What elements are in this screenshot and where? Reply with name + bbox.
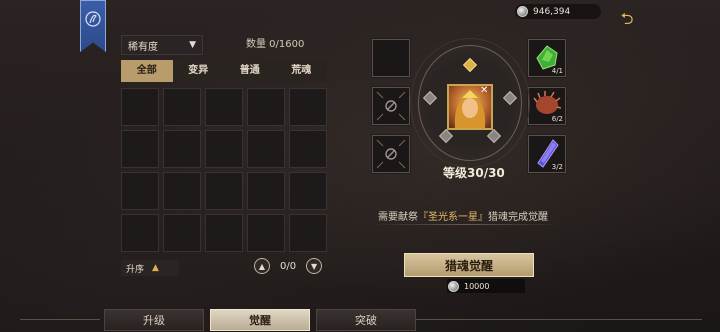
sacrifice-slot[interactable] [372, 39, 410, 77]
divider [412, 319, 702, 320]
currency-display: 946,394 [515, 4, 601, 19]
rarity-label: 稀有度 [128, 41, 158, 53]
grid-slot[interactable] [247, 214, 285, 252]
awaken-cost: 10000 [447, 279, 525, 293]
tab-mutant[interactable]: 变异 [173, 60, 225, 82]
page-up-button[interactable]: ▲ [254, 258, 270, 274]
locked-slot[interactable] [372, 135, 410, 173]
cost-amount: 10000 [464, 281, 490, 291]
requirement-highlight: 『圣光系一星』 [418, 212, 488, 223]
hero-level: 等级30/30 [443, 166, 505, 180]
page-down-button[interactable]: ▼ [306, 258, 323, 274]
soul-count: 数量 0/1600 [246, 39, 305, 50]
divider [372, 224, 558, 225]
grid-slot[interactable] [163, 130, 201, 168]
currency-amount: 946,394 [533, 6, 571, 17]
grid-slot[interactable] [121, 130, 159, 168]
grid-slot[interactable] [247, 172, 285, 210]
soul-grid [121, 88, 327, 252]
sort-button[interactable]: 升序 ▲ [121, 260, 179, 276]
material-slot[interactable]: 3/2 [528, 135, 566, 173]
rarity-dropdown[interactable]: 稀有度 ▼ [121, 35, 203, 55]
pager: ▲ 0/0 ▼ [254, 258, 323, 274]
grid-slot[interactable] [289, 214, 327, 252]
locked-slot-icon [376, 139, 406, 169]
locked-slot-icon [376, 91, 406, 121]
return-arrow-icon[interactable]: ⮌ [616, 10, 638, 28]
silver-coin-icon [517, 6, 528, 17]
tab-breakthrough[interactable]: 突破 [316, 309, 416, 331]
material-count: 6/2 [551, 115, 563, 123]
category-tabs: 全部 变异 普通 荒魂 [121, 60, 327, 82]
material-slot[interactable]: 4/1 [528, 39, 566, 77]
tab-normal[interactable]: 普通 [224, 60, 276, 82]
chevron-down-icon: ▼ [189, 40, 196, 50]
locked-slot[interactable] [372, 87, 410, 125]
requirement-text: 需要献祭『圣光系一星』猎魂完成觉醒 [378, 208, 548, 223]
tab-upgrade[interactable]: 升级 [104, 309, 204, 331]
grid-slot[interactable] [205, 214, 243, 252]
grid-slot[interactable] [289, 88, 327, 126]
grid-slot[interactable] [247, 130, 285, 168]
close-icon[interactable]: ✕ [480, 86, 490, 96]
grid-slot[interactable] [163, 172, 201, 210]
grid-slot[interactable] [205, 130, 243, 168]
sort-label: 升序 [126, 264, 145, 275]
tab-wild-soul[interactable]: 荒魂 [276, 60, 328, 82]
tab-all[interactable]: 全部 [121, 60, 173, 82]
grid-slot[interactable] [205, 88, 243, 126]
divider [20, 319, 100, 320]
grid-slot[interactable] [121, 214, 159, 252]
grid-slot[interactable] [163, 88, 201, 126]
background [0, 0, 720, 332]
grid-slot[interactable] [163, 214, 201, 252]
grid-slot[interactable] [289, 172, 327, 210]
tab-awaken[interactable]: 觉醒 [210, 309, 310, 331]
grid-slot[interactable] [121, 172, 159, 210]
awaken-button[interactable]: 猎魂觉醒 [404, 253, 534, 277]
material-count: 4/1 [551, 67, 563, 75]
material-count: 3/2 [551, 163, 563, 171]
emblem-icon [85, 11, 101, 27]
requirement-suffix: 猎魂完成觉醒 [488, 212, 548, 223]
requirement-prefix: 需要献祭 [378, 212, 418, 223]
grid-slot[interactable] [121, 88, 159, 126]
grid-slot[interactable] [205, 172, 243, 210]
grid-slot[interactable] [247, 88, 285, 126]
arrow-up-icon: ▲ [152, 263, 159, 273]
material-slot[interactable]: 6/2 [528, 87, 566, 125]
page-indicator: 0/0 [280, 260, 297, 272]
bottom-nav: 升级 觉醒 突破 [0, 308, 720, 332]
grid-slot[interactable] [289, 130, 327, 168]
silver-coin-icon [448, 280, 459, 292]
